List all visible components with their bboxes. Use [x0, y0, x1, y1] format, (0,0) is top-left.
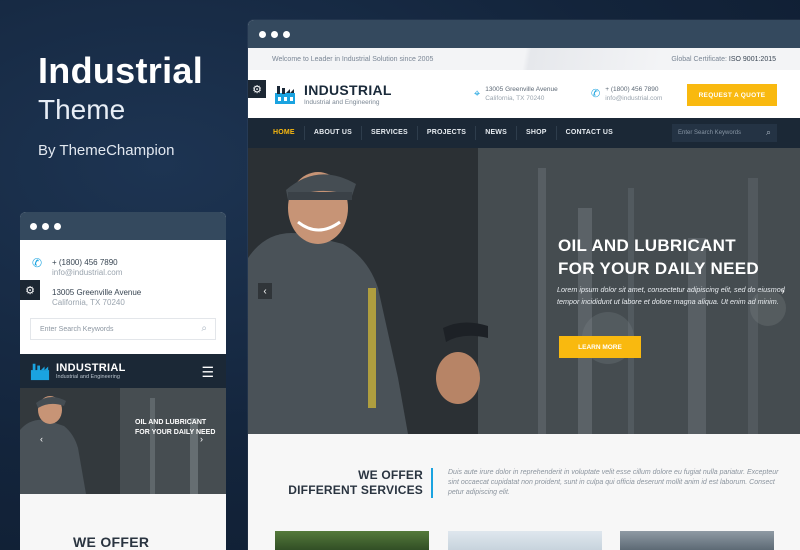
service-card-image[interactable] [620, 531, 774, 550]
nav-item-services[interactable]: SERVICES [362, 126, 418, 140]
mobile-hero-image [20, 388, 226, 494]
slider-next-icon[interactable]: › [776, 283, 790, 299]
search-icon[interactable]: ⌕ [201, 323, 207, 334]
map-pin-icon [32, 288, 52, 308]
logo-name: INDUSTRIAL [304, 82, 392, 98]
slider-prev-icon[interactable]: ‹ [258, 283, 272, 299]
services-heading-line2: DIFFERENT SERVICES [288, 483, 423, 497]
phone-number: + (1800) 456 7890 [605, 86, 659, 93]
mobile-preview: ✆ + (1800) 456 7890 info@industrial.com … [20, 212, 226, 550]
mobile-phone-number: + (1800) 456 7890 [52, 258, 118, 267]
nav-search-placeholder: Enter Search Keywords [678, 130, 742, 136]
services-description: Duis aute irure dolor in reprehenderit i… [448, 469, 779, 496]
search-icon[interactable]: ⌕ [766, 127, 771, 138]
factory-icon [275, 86, 295, 104]
header-address: ⌖ 13005 Greenville Avenue California, TX… [474, 86, 558, 104]
map-pin-icon: ⌖ [474, 88, 481, 101]
mobile-logo[interactable]: INDUSTRIAL Industrial and Engineering [56, 362, 126, 380]
site-logo[interactable]: INDUSTRIAL Industrial and Engineering [274, 82, 392, 106]
window-dot-icon [271, 30, 278, 38]
hero-title: OIL AND LUBRICANT FOR YOUR DAILY NEED [558, 234, 759, 280]
site-header: ⚙ INDUSTRIAL Industrial and Engineering … [248, 70, 800, 118]
top-info-bar: Welcome to Leader in Industrial Solution… [248, 48, 800, 70]
factory-icon [30, 363, 50, 381]
service-card-image[interactable] [275, 531, 429, 550]
promo-subtitle: Theme [38, 94, 126, 125]
promo-title: Industrial [38, 50, 204, 91]
certificate-text: Global Certificate: ISO 9001:2015 [671, 56, 776, 63]
mobile-hero-title: OIL AND LUBRICANT FOR YOUR DAILY NEED [135, 418, 215, 438]
address-line2: California, TX 70240 [485, 94, 545, 102]
request-quote-button[interactable]: REQUEST A QUOTE [687, 84, 777, 106]
mobile-logo-name: INDUSTRIAL [56, 362, 126, 374]
nav-item-contact-us[interactable]: CONTACT US [557, 126, 622, 140]
mobile-phone-contact: ✆ + (1800) 456 7890 info@industrial.com [32, 256, 123, 278]
settings-gear-icon[interactable]: ⚙ [248, 80, 266, 98]
mobile-hero-title-line1: OIL AND LUBRICANT [135, 419, 207, 426]
mobile-address-contact: 13005 Greenville Avenue California, TX 7… [32, 288, 141, 308]
hero-title-line1: OIL AND LUBRICANT [558, 236, 736, 255]
nav-item-shop[interactable]: SHOP [517, 126, 557, 140]
desktop-preview: Welcome to Leader in Industrial Solution… [248, 20, 800, 550]
desktop-window-chrome [248, 20, 800, 48]
main-nav: HOME ABOUT US SERVICES PROJECTS NEWS SHO… [248, 118, 800, 148]
services-section: WE OFFER DIFFERENT SERVICES Duis aute ir… [248, 434, 800, 550]
window-dot-icon [30, 222, 37, 230]
services-heading: WE OFFER DIFFERENT SERVICES [278, 468, 423, 498]
learn-more-button[interactable]: LEARN MORE [559, 336, 641, 358]
mobile-search-input[interactable]: Enter Search Keywords ⌕ [30, 318, 216, 340]
promo-byline: By ThemeChampion [38, 142, 175, 159]
email-address: info@industrial.com [605, 94, 663, 102]
mobile-window-chrome [20, 212, 226, 240]
header-phone: ✆ + (1800) 456 7890 info@industrial.com [591, 86, 662, 104]
window-dot-icon [54, 222, 61, 230]
hamburger-menu-icon[interactable]: ☰ [201, 364, 214, 381]
promo-block: Industrial Theme By ThemeChampion [38, 50, 203, 159]
nav-item-about-us[interactable]: ABOUT US [305, 126, 362, 140]
welcome-text: Welcome to Leader in Industrial Solution… [272, 55, 434, 63]
hero-title-line2: FOR YOUR DAILY NEED [558, 259, 759, 278]
mobile-address-line1: 13005 Greenville Avenue [52, 288, 142, 297]
mobile-hero: OIL AND LUBRICANT FOR YOUR DAILY NEED ‹ … [20, 388, 226, 494]
mobile-nav-bar: INDUSTRIAL Industrial and Engineering ☰ [20, 354, 226, 388]
services-heading-line1: WE OFFER [358, 468, 423, 482]
nav-item-news[interactable]: NEWS [476, 126, 517, 140]
phone-icon: ✆ [591, 88, 601, 101]
mobile-logo-tagline: Industrial and Engineering [56, 374, 120, 380]
address-line1: 13005 Greenville Avenue [485, 86, 558, 93]
mobile-search-placeholder: Enter Search Keywords [40, 325, 114, 333]
mobile-services-section: WE OFFER [20, 494, 226, 550]
hero-slider: OIL AND LUBRICANT FOR YOUR DAILY NEED Lo… [248, 148, 800, 434]
mobile-hero-title-line2: FOR YOUR DAILY NEED [135, 429, 216, 436]
nav-item-projects[interactable]: PROJECTS [418, 126, 477, 140]
nav-item-home[interactable]: HOME [264, 126, 305, 140]
slider-next-icon[interactable]: › [200, 434, 203, 444]
service-card-image[interactable] [448, 531, 602, 550]
nav-search-input[interactable]: Enter Search Keywords ⌕ [672, 124, 777, 142]
window-dot-icon [259, 30, 266, 38]
mobile-email: info@industrial.com [52, 268, 123, 277]
mobile-address-line2: California, TX 70240 [52, 298, 125, 307]
hero-description: Lorem ipsum dolor sit amet, consectetur … [557, 285, 785, 306]
mobile-services-heading: WE OFFER [73, 534, 150, 550]
certificate-value: ISO 9001:2015 [728, 55, 776, 63]
logo-tagline: Industrial and Engineering [304, 99, 380, 106]
window-dot-icon [42, 222, 49, 230]
window-dot-icon [283, 30, 290, 38]
phone-icon: ✆ [32, 256, 43, 270]
certificate-label: Global Certificate: [671, 55, 727, 63]
slider-prev-icon[interactable]: ‹ [40, 434, 43, 444]
heading-divider [431, 468, 433, 498]
